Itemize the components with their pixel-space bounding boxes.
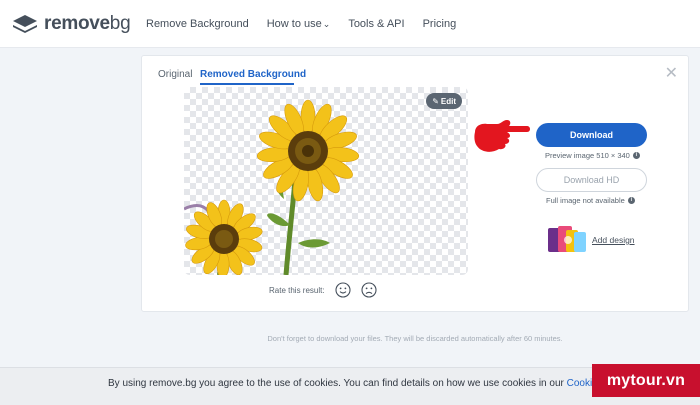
cookie-message: By using remove.bg you agree to the use … xyxy=(108,378,567,389)
pointing-hand-icon xyxy=(474,120,530,152)
download-button[interactable]: Download xyxy=(536,123,647,147)
edit-button-label: Edit xyxy=(440,96,456,106)
close-icon[interactable]: ✕ xyxy=(665,63,678,83)
watermark-logo: mytour.vn xyxy=(592,364,700,397)
tab-removed-background[interactable]: Removed Background xyxy=(200,69,306,80)
info-icon[interactable]: i xyxy=(632,152,640,159)
nav-links: Remove Background How to use⌄ Tools & AP… xyxy=(146,18,474,30)
result-card: Original Removed Background ✕ ✎ Edit Rat… xyxy=(141,55,689,312)
tab-original[interactable]: Original xyxy=(158,69,192,80)
logo[interactable]: removebg xyxy=(12,13,131,35)
hd-image-info: Full image not available i xyxy=(546,196,635,205)
logo-layers-icon xyxy=(13,15,37,33)
info-icon[interactable]: i xyxy=(627,197,635,204)
rating-label: Rate this result: xyxy=(269,285,325,295)
nav-link-pricing[interactable]: Pricing xyxy=(423,18,457,30)
download-reminder: Don't forget to download your files. The… xyxy=(267,334,563,343)
pencil-icon: ✎ xyxy=(432,96,439,106)
design-thumbnail-icon xyxy=(548,226,586,252)
edit-button[interactable]: ✎ Edit xyxy=(426,93,462,109)
rating-row: Rate this result: xyxy=(269,282,377,298)
cookie-text: By using remove.bg you agree to the use … xyxy=(108,378,627,389)
add-design-row[interactable]: Add design xyxy=(548,226,635,254)
hd-image-info-text: Full image not available xyxy=(546,196,625,205)
sunflower-image xyxy=(184,99,360,275)
nav-link-remove-background[interactable]: Remove Background xyxy=(146,18,249,30)
top-navbar: removebg Remove Background How to use⌄ T… xyxy=(0,0,700,48)
result-preview-image: ✎ Edit xyxy=(184,87,468,275)
preview-image-info-text: Preview image 510 × 340 xyxy=(545,151,630,160)
nav-link-how-to-use[interactable]: How to use⌄ xyxy=(267,18,331,30)
sad-face-icon[interactable] xyxy=(361,282,377,298)
download-hd-button[interactable]: Download HD xyxy=(536,168,647,192)
nav-link-tools-api[interactable]: Tools & API xyxy=(348,18,404,30)
chevron-down-icon: ⌄ xyxy=(322,19,331,29)
nav-link-how-to-use-label: How to use xyxy=(266,18,322,30)
logo-text: removebg xyxy=(44,13,131,34)
preview-image-info: Preview image 510 × 340 i xyxy=(545,151,640,160)
active-tab-indicator xyxy=(200,83,294,85)
add-design-link[interactable]: Add design xyxy=(592,235,635,245)
happy-face-icon[interactable] xyxy=(335,282,351,298)
